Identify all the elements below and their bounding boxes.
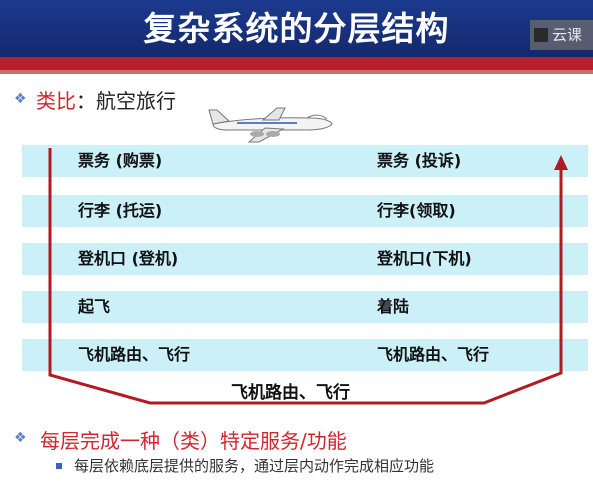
point-layer-function: 每层完成一种（类）特定服务/功能 [40,429,347,453]
arrow-head-icon [554,155,568,170]
diamond-bullet-icon: ❖ [14,430,27,446]
square-bullet-icon [56,463,62,469]
flow-arrow [48,148,568,405]
bottom-routing-label: 飞机路由、飞行 [231,383,350,403]
subpoint-layer-dependency: 每层依赖底层提供的服务，通过层内动作完成相应功能 [74,457,435,475]
